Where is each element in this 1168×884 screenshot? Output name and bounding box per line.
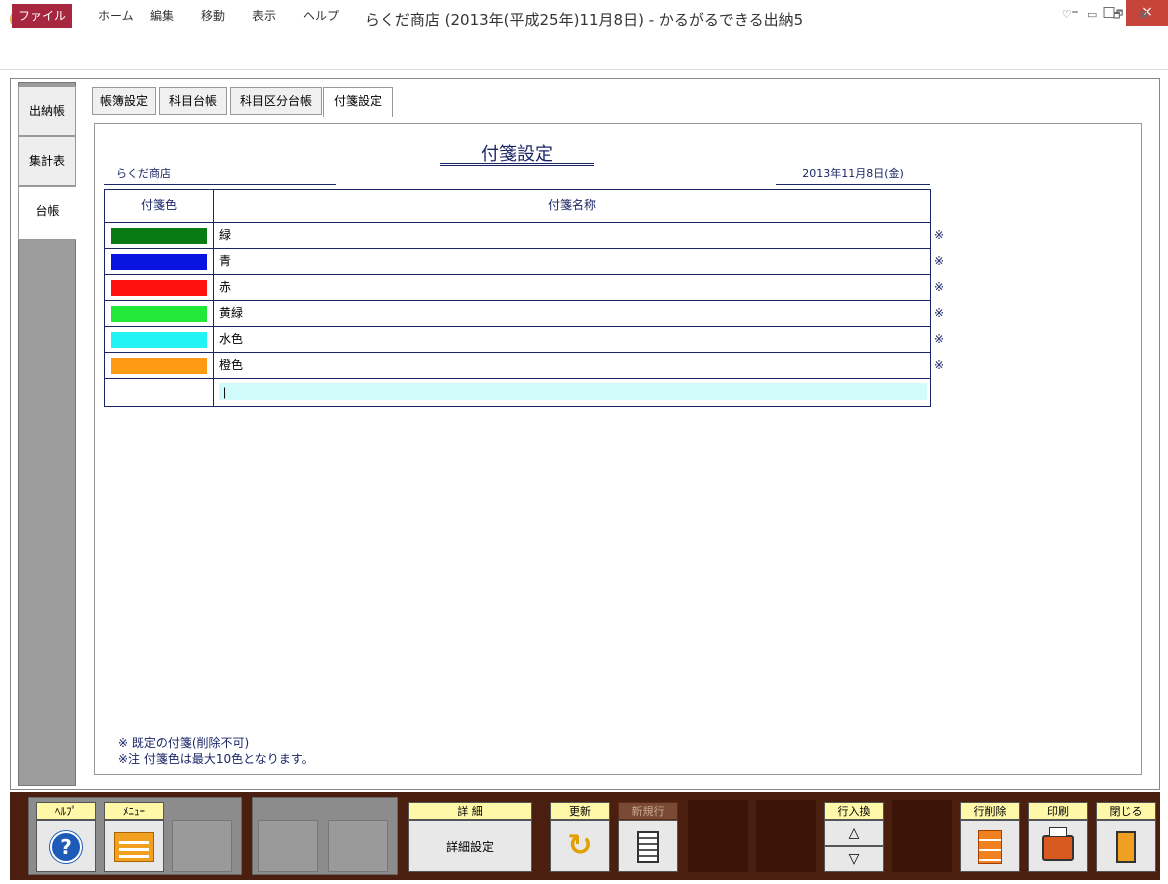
color-swatch[interactable]: [111, 358, 207, 374]
empty-slot: [756, 800, 816, 872]
refresh-icon: ↻: [567, 828, 593, 863]
sticky-name[interactable]: 青: [219, 249, 231, 275]
document-date: 2013年11月8日(金): [776, 165, 930, 185]
sticky-name[interactable]: 橙色: [219, 353, 243, 379]
company-name: らくだ商店: [104, 165, 336, 185]
page-title: 付箋設定: [440, 140, 594, 166]
ribbon-controls[interactable]: ♡ ▭ 🗗 ⊠: [1062, 6, 1154, 26]
menu-icon: [114, 832, 154, 862]
help-button[interactable]: ?: [36, 820, 96, 872]
tab-ledger[interactable]: 台帳: [18, 186, 76, 240]
empty-slot: [328, 820, 388, 872]
help-label: ﾍﾙﾌﾟ: [36, 802, 96, 820]
table-row[interactable]: 黄緑: [105, 300, 930, 326]
default-mark: ※: [934, 280, 945, 294]
menu-label: ﾒﾆｭｰ: [104, 802, 164, 820]
table-row[interactable]: 青: [105, 248, 930, 274]
empty-slot: [892, 800, 952, 872]
table-row[interactable]: 橙色: [105, 352, 930, 378]
table-row[interactable]: 水色: [105, 326, 930, 352]
menu-edit[interactable]: 編集: [150, 4, 174, 28]
tab-book-settings[interactable]: 帳簿設定: [92, 87, 156, 115]
menu-file[interactable]: ファイル: [12, 4, 72, 28]
color-swatch[interactable]: [111, 332, 207, 348]
sticky-name[interactable]: 緑: [219, 223, 231, 249]
color-swatch[interactable]: [111, 254, 207, 270]
new-row-label: 新規行: [618, 802, 678, 820]
empty-slot: [172, 820, 232, 872]
sticky-name[interactable]: 赤: [219, 275, 231, 301]
tab-account-category-ledger[interactable]: 科目区分台帳: [230, 87, 322, 115]
print-button[interactable]: [1028, 820, 1088, 872]
close-button[interactable]: [1096, 820, 1156, 872]
detail-settings-button[interactable]: 詳細設定: [408, 820, 532, 872]
down-arrow-icon: ▽: [848, 851, 860, 867]
tab-account-ledger[interactable]: 科目台帳: [159, 87, 227, 115]
help-icon: ?: [50, 831, 82, 863]
window-title: らくだ商店 (2013年(平成25年)11月8日) - かるがるできる出納5: [364, 11, 804, 29]
menu-home[interactable]: ホーム: [98, 4, 134, 28]
header-color: 付箋色: [140, 198, 177, 212]
exit-door-icon: [1116, 831, 1136, 863]
new-sticky-name-input[interactable]: [219, 383, 927, 400]
tab-summary[interactable]: 集計表: [18, 136, 76, 186]
note-max-colors: ※注 付箋色は最大10色となります。: [118, 752, 314, 766]
sticky-grid: 付箋色 付箋名称 緑 青 赤 黄緑 水色 橙色: [104, 189, 931, 407]
detail-settings-text: 詳細設定: [445, 840, 494, 854]
header-name: 付箋名称: [547, 198, 596, 212]
menu-bar: [0, 40, 1168, 70]
sticky-name[interactable]: 水色: [219, 327, 243, 353]
update-button[interactable]: ↻: [550, 820, 610, 872]
menu-button[interactable]: [104, 820, 164, 872]
color-swatch[interactable]: [111, 228, 207, 244]
default-mark: ※: [934, 358, 945, 372]
default-mark: ※: [934, 306, 945, 320]
row-swap-down-button[interactable]: ▽: [824, 846, 884, 872]
empty-slot: [688, 800, 748, 872]
tab-cashbook[interactable]: 出納帳: [18, 86, 76, 136]
table-row[interactable]: 赤: [105, 274, 930, 300]
color-swatch[interactable]: [111, 306, 207, 322]
up-arrow-icon: △: [848, 825, 860, 841]
menu-move[interactable]: 移動: [201, 4, 225, 28]
row-swap-up-button[interactable]: △: [824, 820, 884, 846]
new-row-button[interactable]: [618, 820, 678, 872]
new-row-icon: [637, 831, 659, 863]
default-mark: ※: [934, 228, 945, 242]
default-mark: ※: [934, 332, 945, 346]
row-delete-icon: [978, 830, 1002, 864]
detail-label: 詳 細: [408, 802, 532, 820]
tab-sticky-settings[interactable]: 付箋設定: [323, 87, 393, 117]
row-delete-label: 行削除: [960, 802, 1020, 820]
default-mark: ※: [934, 254, 945, 268]
printer-icon: [1042, 827, 1074, 861]
menu-help[interactable]: ヘルプ: [303, 4, 339, 28]
row-swap-label: 行入換: [824, 802, 884, 820]
print-label: 印刷: [1028, 802, 1088, 820]
menu-view[interactable]: 表示: [252, 4, 276, 28]
sticky-name[interactable]: 黄緑: [219, 301, 243, 327]
update-label: 更新: [550, 802, 610, 820]
color-swatch[interactable]: [111, 280, 207, 296]
row-delete-button[interactable]: [960, 820, 1020, 872]
empty-slot: [258, 820, 318, 872]
table-row[interactable]: 緑: [105, 222, 930, 248]
note-default: ※ 既定の付箋(削除不可): [118, 736, 250, 750]
close-label: 閉じる: [1096, 802, 1156, 820]
table-row-new[interactable]: [105, 378, 930, 404]
